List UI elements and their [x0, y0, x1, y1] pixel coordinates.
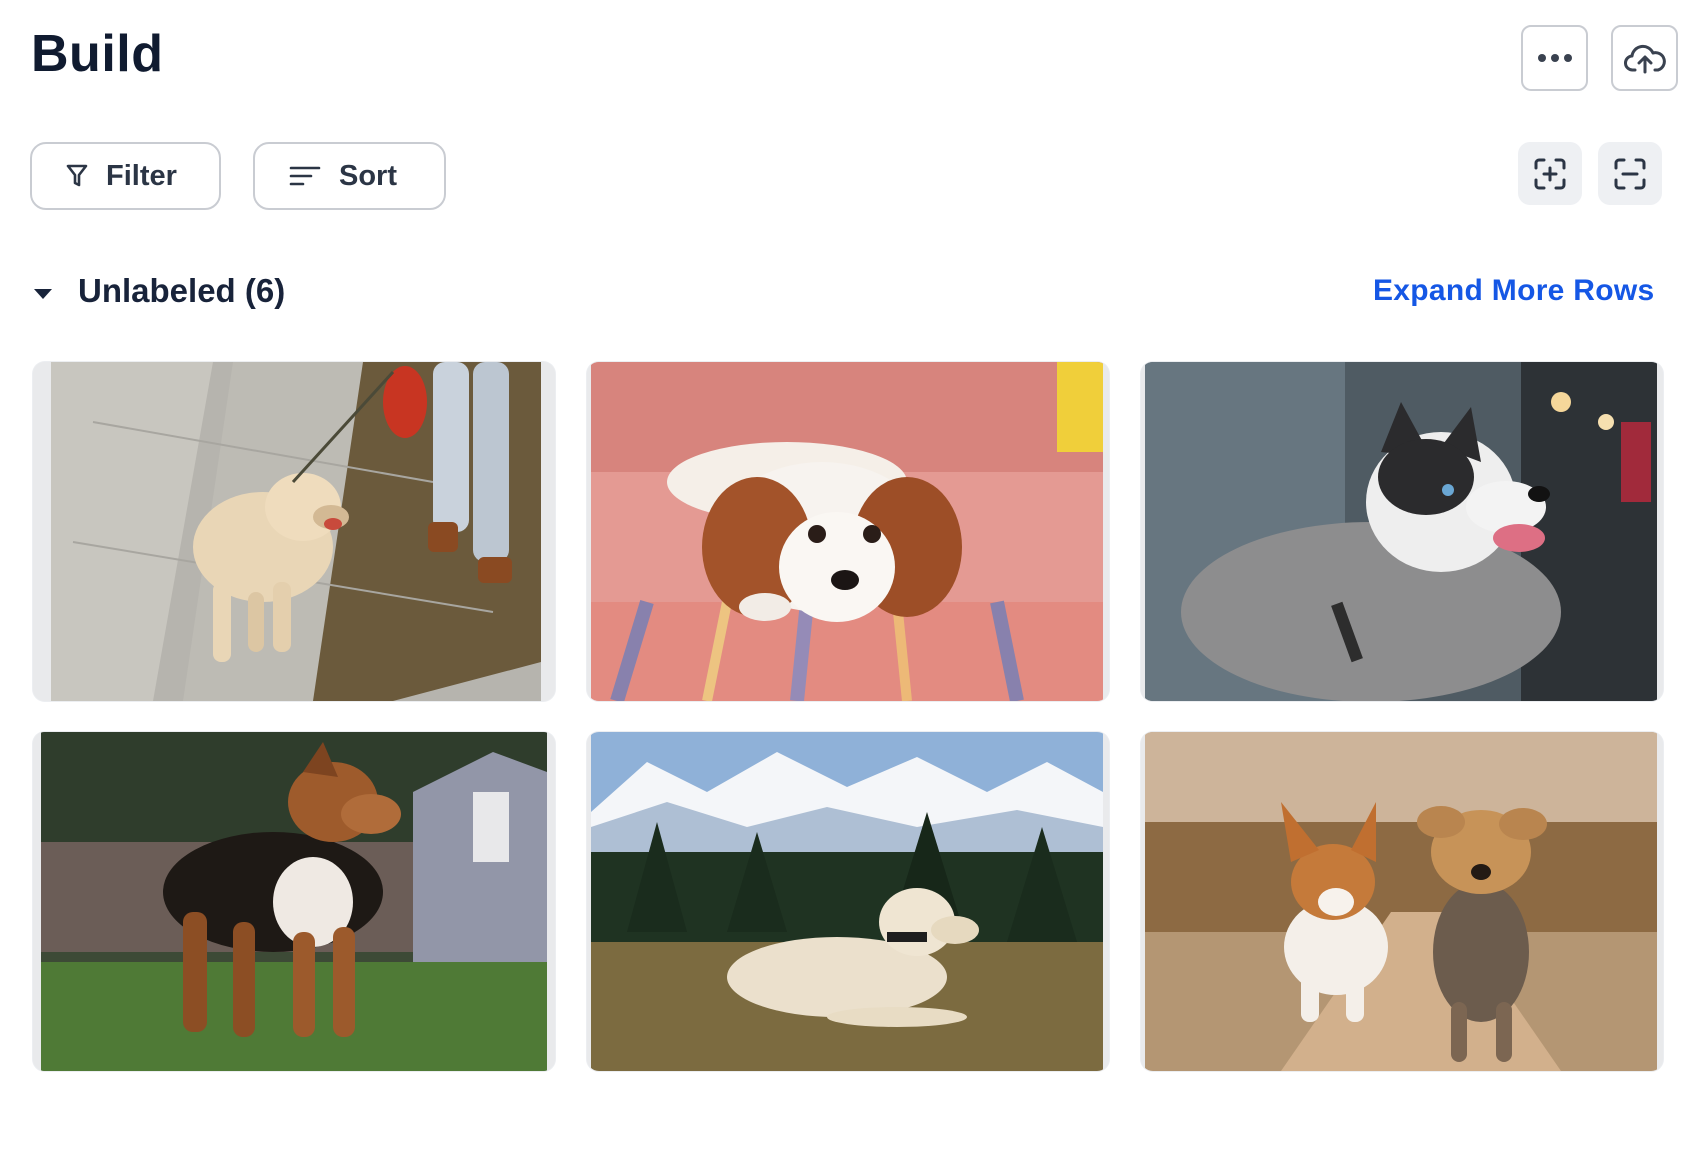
frame-plus-icon: [1534, 158, 1566, 189]
dog-photo-husky: [1141, 362, 1663, 701]
add-to-frame-button[interactable]: [1518, 142, 1582, 205]
dog-photo-brown-dog: [33, 732, 555, 1071]
image-card[interactable]: [33, 362, 555, 701]
more-options-button[interactable]: [1521, 25, 1588, 91]
dog-photo-cavalier-puppy: [587, 362, 1109, 701]
funnel-icon: [66, 164, 88, 187]
image-card[interactable]: [33, 732, 555, 1071]
group-title: Unlabeled (6): [78, 272, 286, 309]
more-horizontal-icon: [1537, 54, 1572, 62]
cloud-upload-icon: [1623, 44, 1666, 74]
remove-from-frame-button[interactable]: [1598, 142, 1662, 205]
dog-photo-corgi-yorkie: [1141, 732, 1663, 1071]
sort-label: Sort: [339, 159, 397, 192]
image-card[interactable]: [1141, 362, 1663, 701]
image-card[interactable]: [1141, 732, 1663, 1071]
upload-button[interactable]: [1611, 25, 1678, 91]
page-title: Build: [31, 25, 164, 83]
sort-lines-icon: [289, 166, 321, 186]
sort-button[interactable]: Sort: [253, 142, 446, 210]
filter-label: Filter: [106, 159, 177, 192]
filter-button[interactable]: Filter: [30, 142, 221, 210]
dog-photo-labrador: [587, 732, 1109, 1071]
caret-down-icon[interactable]: [33, 287, 53, 301]
dog-photo-golden-retriever: [33, 362, 555, 701]
expand-more-rows-link[interactable]: Expand More Rows: [1373, 274, 1655, 308]
frame-minus-icon: [1614, 158, 1646, 189]
image-card[interactable]: [587, 732, 1109, 1071]
image-card[interactable]: [587, 362, 1109, 701]
